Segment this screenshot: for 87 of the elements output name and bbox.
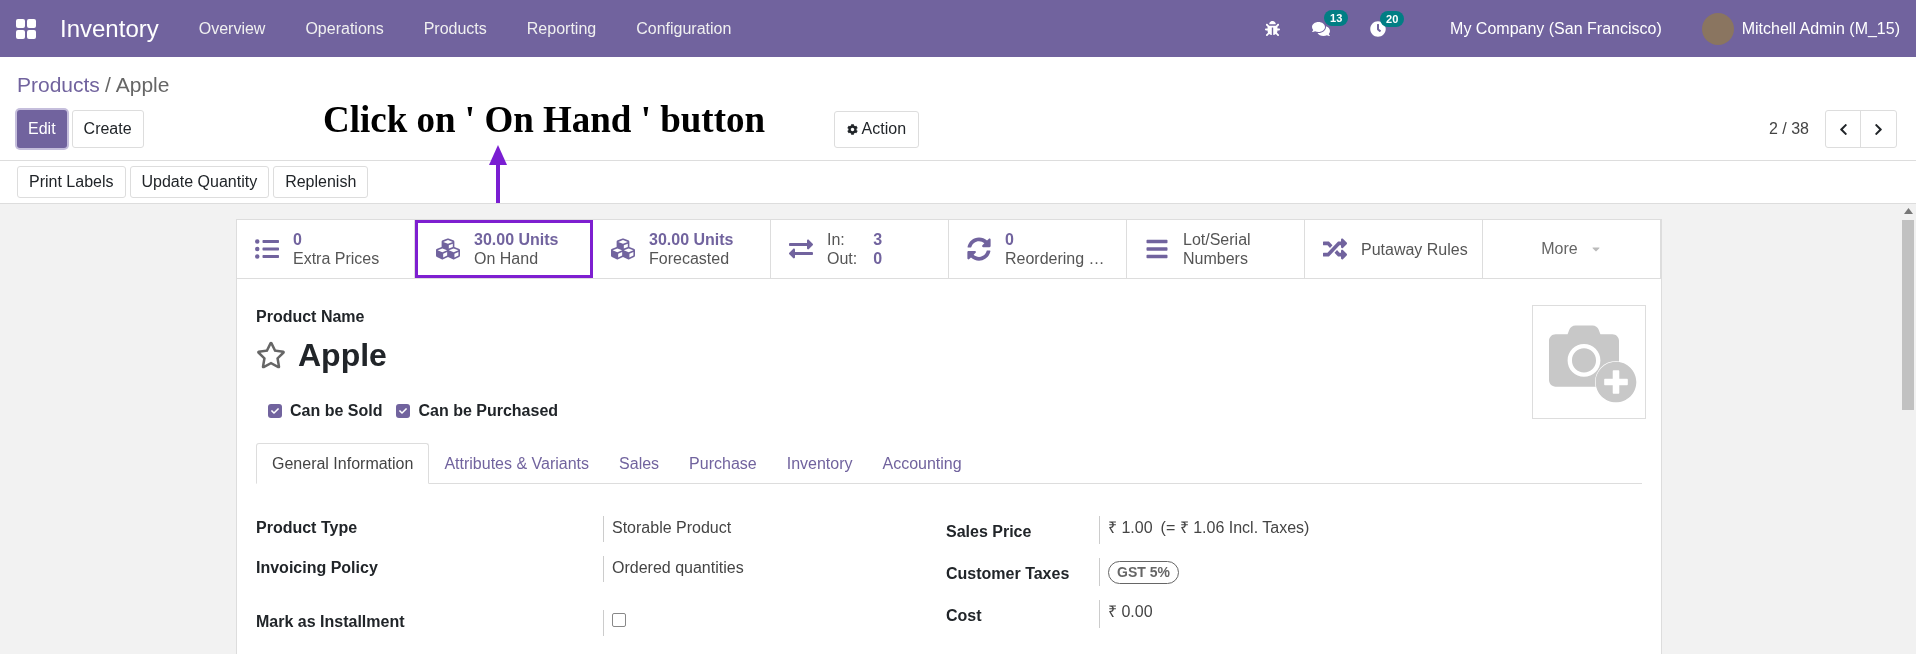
- stat-button[interactable]: In: 3 Out: 0: [771, 220, 949, 278]
- toolbar-button[interactable]: Update Quantity: [129, 166, 270, 198]
- stat-label: Putaway Rules: [1361, 239, 1468, 259]
- breadcrumb-link[interactable]: Products: [17, 69, 100, 101]
- stat-label: Extra Prices: [293, 249, 380, 268]
- stat-label: In:: [827, 230, 846, 249]
- menu-item[interactable]: Reporting: [526, 16, 597, 41]
- stat-label: Forecasted: [649, 249, 731, 268]
- bug-icon[interactable]: [1265, 21, 1281, 36]
- stat-button[interactable]: 0 Reordering …: [949, 220, 1127, 278]
- field-value: ₹ 1.00: [1108, 518, 1153, 538]
- checkbox[interactable]: [612, 613, 626, 627]
- notification-badge: 20: [1380, 10, 1405, 27]
- stat-value: 30.00 Units: [649, 230, 734, 249]
- toolbar-button[interactable]: Replenish: [273, 166, 369, 198]
- scrollbar[interactable]: [1900, 204, 1916, 654]
- form-tab[interactable]: Attributes & Variants: [429, 443, 605, 484]
- cubes-icon: [609, 237, 637, 261]
- stat-value: 0: [1005, 230, 1015, 249]
- cubes-icon: [434, 237, 462, 261]
- field-label: Product Name: [256, 307, 366, 327]
- stat-button[interactable]: 0 Extra Prices: [237, 220, 415, 278]
- pager-value: 2 / 38: [1768, 119, 1809, 139]
- form-tab[interactable]: General Information: [256, 443, 430, 484]
- breadcrumb-separator: /: [104, 72, 111, 99]
- clock-icon[interactable]: [1370, 20, 1387, 37]
- form-tab[interactable]: Purchase: [674, 443, 772, 484]
- stat-label: On Hand: [474, 249, 540, 268]
- more-label: More: [1541, 239, 1578, 259]
- form-tab[interactable]: Accounting: [867, 443, 977, 484]
- field-label: Customer Taxes: [946, 564, 1071, 584]
- menu-item[interactable]: Configuration: [636, 16, 732, 41]
- company-switcher[interactable]: My Company (San Francisco): [1450, 16, 1662, 41]
- refresh-icon: [965, 237, 993, 261]
- stat-value: 30.00 Units: [474, 230, 559, 249]
- gear-icon: [846, 123, 858, 135]
- menu-item[interactable]: Operations: [305, 16, 384, 41]
- list-icon: [253, 237, 281, 261]
- stat-button[interactable]: Putaway Rules: [1305, 220, 1483, 278]
- stat-button[interactable]: Lot/Serial Numbers: [1127, 220, 1305, 278]
- stat-label: Lot/Serial Numbers: [1183, 230, 1252, 268]
- pointer-arrow: [489, 145, 507, 203]
- field-value: ₹ 0.00: [1108, 602, 1153, 622]
- stat-button[interactable]: 30.00 Units On Hand: [415, 220, 593, 278]
- stat-label: Reordering …: [1005, 249, 1105, 268]
- checkbox-label: Can be Purchased: [418, 401, 559, 421]
- stat-value: 0: [293, 230, 303, 249]
- field-label: Cost: [946, 606, 983, 626]
- product-name: Apple: [298, 336, 387, 375]
- stat-value: 3: [873, 230, 883, 249]
- user-menu[interactable]: Mitchell Admin (M_15): [1741, 16, 1900, 41]
- scroll-up-icon[interactable]: [1903, 208, 1913, 214]
- field-label: Sales Price: [946, 522, 1033, 542]
- favorite-star-icon[interactable]: [256, 340, 286, 370]
- chat-icon[interactable]: [1312, 19, 1331, 38]
- field-label: Invoicing Policy: [256, 558, 379, 578]
- instruction-text: Click on ' On Hand ' button: [323, 98, 766, 142]
- stat-value: 0: [873, 249, 883, 268]
- apps-grid-icon[interactable]: [16, 18, 36, 39]
- create-button[interactable]: Create: [71, 110, 144, 148]
- shuffle-icon: [1321, 237, 1349, 261]
- field-label: Mark as Installment: [256, 612, 406, 632]
- field-value: Ordered quantities: [612, 558, 744, 578]
- checkbox[interactable]: [396, 404, 411, 418]
- form-tab[interactable]: Sales: [604, 443, 675, 484]
- scrollbar-thumb[interactable]: [1902, 220, 1914, 410]
- edit-button[interactable]: Edit: [17, 110, 67, 148]
- field-note: (= ₹ 1.06 Incl. Taxes): [1160, 518, 1310, 538]
- breadcrumb-current: Apple: [115, 72, 170, 99]
- checkbox[interactable]: [268, 404, 282, 418]
- checkbox-label: Can be Sold: [290, 401, 383, 421]
- more-button[interactable]: More: [1483, 220, 1661, 278]
- menu-item[interactable]: Overview: [198, 16, 266, 41]
- check-icon: [271, 407, 279, 415]
- stat-button[interactable]: 30.00 Units Forecasted: [593, 220, 771, 278]
- form-tab[interactable]: Inventory: [771, 443, 868, 484]
- menu-item[interactable]: Products: [423, 16, 487, 41]
- stat-label: Out:: [827, 249, 858, 268]
- chevron-right-icon: [1872, 122, 1885, 136]
- action-button[interactable]: Action: [833, 110, 920, 148]
- notification-badge: 13: [1324, 9, 1349, 26]
- check-icon: [399, 407, 408, 415]
- toolbar-button[interactable]: Print Labels: [17, 166, 126, 198]
- field-value: Storable Product: [612, 518, 732, 538]
- field-label: Product Type: [256, 518, 359, 538]
- exchange-arrows-icon: [787, 237, 815, 261]
- app-name[interactable]: Inventory: [60, 10, 159, 47]
